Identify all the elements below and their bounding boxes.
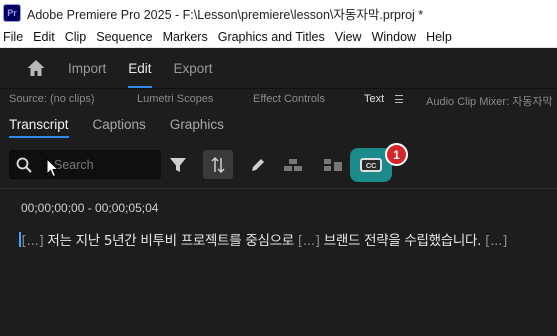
toolbar-separator <box>0 188 557 189</box>
tab-lumetri-scopes[interactable]: Lumetri Scopes <box>137 93 213 105</box>
menu-graphics-and-titles[interactable]: Graphics and Titles <box>213 30 330 44</box>
subtab-captions[interactable]: Captions <box>93 117 146 138</box>
menu-markers[interactable]: Markers <box>158 30 213 44</box>
tab-audio-clip-mixer[interactable]: Audio Clip Mixer: 자동자막 <box>426 93 553 109</box>
panel-menu-icon[interactable] <box>395 95 403 103</box>
tab-effect-controls[interactable]: Effect Controls <box>253 93 325 105</box>
transcript-segment[interactable]: [...] 저는 지난 5년간 비투비 프로젝트를 중심으로 [...] 브랜드… <box>19 229 507 249</box>
search-box <box>9 150 161 179</box>
search-icon <box>16 157 32 173</box>
tab-source[interactable]: Source: (no clips) <box>9 93 95 105</box>
mouse-cursor-icon <box>46 158 60 178</box>
silence-gap[interactable]: [...] <box>485 233 507 249</box>
menu-window[interactable]: Window <box>367 30 421 44</box>
menu-sequence[interactable]: Sequence <box>91 30 157 44</box>
segment-timecode: 00;00;00;00 - 00;00;05;04 <box>21 201 159 215</box>
merge-segments-icon <box>324 158 342 171</box>
workspace-header: Import Edit Export <box>0 48 557 88</box>
menu-edit[interactable]: Edit <box>28 30 60 44</box>
silence-gap[interactable]: [...] <box>22 233 44 249</box>
filter-button[interactable] <box>163 150 193 179</box>
menu-clip[interactable]: Clip <box>60 30 92 44</box>
filter-icon <box>170 157 186 172</box>
subtab-graphics[interactable]: Graphics <box>170 117 224 138</box>
workspace-tab-import[interactable]: Import <box>68 55 106 82</box>
menu-view[interactable]: View <box>330 30 367 44</box>
split-segment-icon <box>284 158 302 171</box>
window-title: Adobe Premiere Pro 2025 - F:\Lesson\prem… <box>27 7 424 22</box>
panel-tabs: Source: (no clips) Lumetri Scopes Effect… <box>0 89 557 111</box>
home-icon[interactable] <box>26 58 46 78</box>
menu-file[interactable]: File <box>0 30 28 44</box>
step-number-badge: 1 <box>385 143 408 166</box>
transcript-toolbar: CC 1 <box>0 138 557 188</box>
pencil-icon <box>252 158 264 171</box>
split-segment-button[interactable] <box>278 150 308 179</box>
merge-segments-button[interactable] <box>318 150 348 179</box>
subtab-transcript[interactable]: Transcript <box>9 117 69 138</box>
search-input[interactable] <box>54 156 154 174</box>
edit-button[interactable] <box>243 150 273 179</box>
sync-scroll-button[interactable] <box>203 150 233 179</box>
silence-gap[interactable]: [...] <box>298 233 320 249</box>
workspace-tab-edit[interactable]: Edit <box>128 55 152 88</box>
premiere-logo-icon: Pr <box>3 4 21 22</box>
transcript-text[interactable]: 브랜드 전략을 수립했습니다. <box>320 233 485 249</box>
text-caret <box>19 232 21 247</box>
tab-text[interactable]: Text <box>364 93 384 105</box>
workspace-tab-export[interactable]: Export <box>174 55 213 82</box>
menu-bar: File Edit Clip Sequence Markers Graphics… <box>0 26 557 48</box>
sync-arrows-icon <box>211 156 225 173</box>
title-bar: Pr Adobe Premiere Pro 2025 - F:\Lesson\p… <box>0 0 557 26</box>
closed-captions-icon: CC <box>360 158 382 172</box>
text-panel-subtabs: Transcript Captions Graphics <box>0 111 557 138</box>
menu-help[interactable]: Help <box>421 30 457 44</box>
transcript-text[interactable]: 저는 지난 5년간 비투비 프로젝트를 중심으로 <box>43 233 297 249</box>
